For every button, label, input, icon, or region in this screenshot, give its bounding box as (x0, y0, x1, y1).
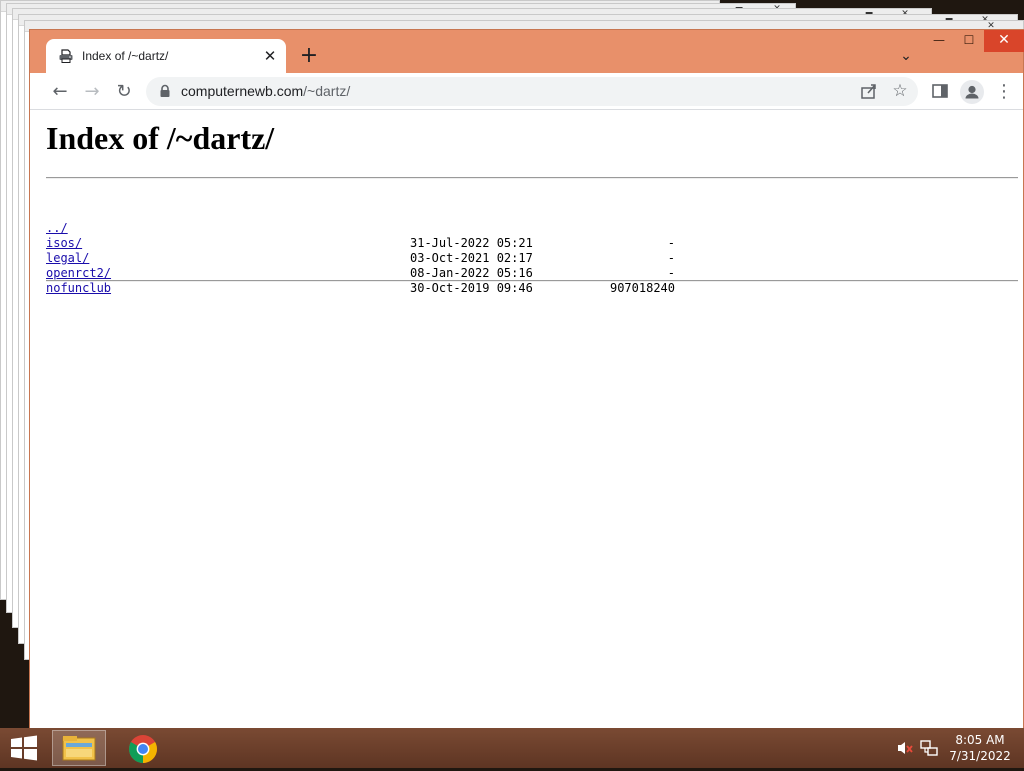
tab-title: Index of /~dartz/ (82, 49, 169, 63)
tab-search-chevron-icon[interactable]: ⌄ (896, 46, 916, 66)
reload-button[interactable]: ↻ (112, 80, 136, 104)
page-title: Index of /~dartz/ (46, 120, 275, 156)
entry-link[interactable]: nofunclub (46, 281, 111, 296)
taskbar: 8:05 AM 7/31/2022 (0, 728, 1024, 768)
entry-link[interactable]: legal/ (46, 251, 89, 266)
kebab-menu-icon[interactable]: ⋮ (994, 80, 1014, 104)
lock-icon[interactable] (158, 84, 172, 98)
browser-window: Index of /~dartz/ ✕ + ⌄ — ☐ ✕ ← → ↻ comp… (29, 29, 1024, 737)
divider-bottom (46, 280, 1018, 282)
chrome-taskbar-button[interactable] (116, 730, 170, 766)
address-bar[interactable]: computernewb.com/~dartz/ ☆ (146, 77, 918, 106)
person-icon (965, 85, 979, 99)
clock-date: 7/31/2022 (949, 749, 1011, 763)
url-host: computernewb.com (181, 83, 304, 99)
maximize-window-button[interactable]: ☐ (955, 30, 983, 52)
chrome-icon (129, 735, 157, 763)
speaker-muted-icon[interactable] (896, 740, 914, 756)
bookmark-star-icon[interactable]: ☆ (889, 79, 911, 101)
forward-button[interactable]: → (80, 80, 104, 104)
close-tab-icon[interactable]: ✕ (260, 46, 280, 66)
url-path: /~dartz/ (303, 83, 351, 99)
network-icon[interactable] (920, 739, 938, 757)
windows-start-icon[interactable] (8, 735, 40, 761)
entry-size: - (667, 266, 675, 280)
entry-size: 907018240 (609, 281, 675, 295)
file-explorer-taskbar-button[interactable] (52, 730, 106, 766)
new-tab-button[interactable]: + (298, 45, 320, 67)
entry-link[interactable]: ../ (46, 221, 68, 236)
page-content: Index of /~dartz/ ../isos/31-Jul-2022 05… (30, 110, 1023, 728)
file-explorer-icon (62, 736, 96, 761)
share-icon[interactable] (858, 80, 880, 102)
browser-toolbar: ← → ↻ computernewb.com/~dartz/ ☆ ⋮ (30, 73, 1023, 110)
entry-date: 08-Jan-2022 05:16 (410, 266, 533, 280)
divider-top (46, 177, 1018, 179)
url-text[interactable]: computernewb.com/~dartz/ (181, 83, 350, 99)
clock-time: 8:05 AM (955, 733, 1005, 747)
tab-index-of-dartz[interactable]: Index of /~dartz/ ✕ (46, 39, 286, 73)
tab-strip[interactable]: Index of /~dartz/ ✕ + ⌄ — ☐ ✕ (30, 30, 1024, 73)
entry-link[interactable]: openrct2/ (46, 266, 111, 281)
entry-date: 31-Jul-2022 05:21 (410, 236, 533, 250)
entry-date: 03-Oct-2021 02:17 (410, 251, 533, 265)
side-panel-icon[interactable] (930, 81, 950, 101)
entry-size: - (667, 236, 675, 250)
minimize-window-button[interactable]: — (925, 30, 953, 52)
profile-avatar-icon[interactable] (960, 80, 984, 104)
printer-favicon-icon (59, 49, 73, 63)
back-button[interactable]: ← (48, 80, 72, 104)
entry-link[interactable]: isos/ (46, 236, 82, 251)
entry-size: - (667, 251, 675, 265)
close-window-button[interactable]: ✕ (984, 30, 1024, 52)
taskbar-clock[interactable]: 8:05 AM 7/31/2022 (944, 732, 1016, 764)
entry-date: 30-Oct-2019 09:46 (410, 281, 533, 295)
